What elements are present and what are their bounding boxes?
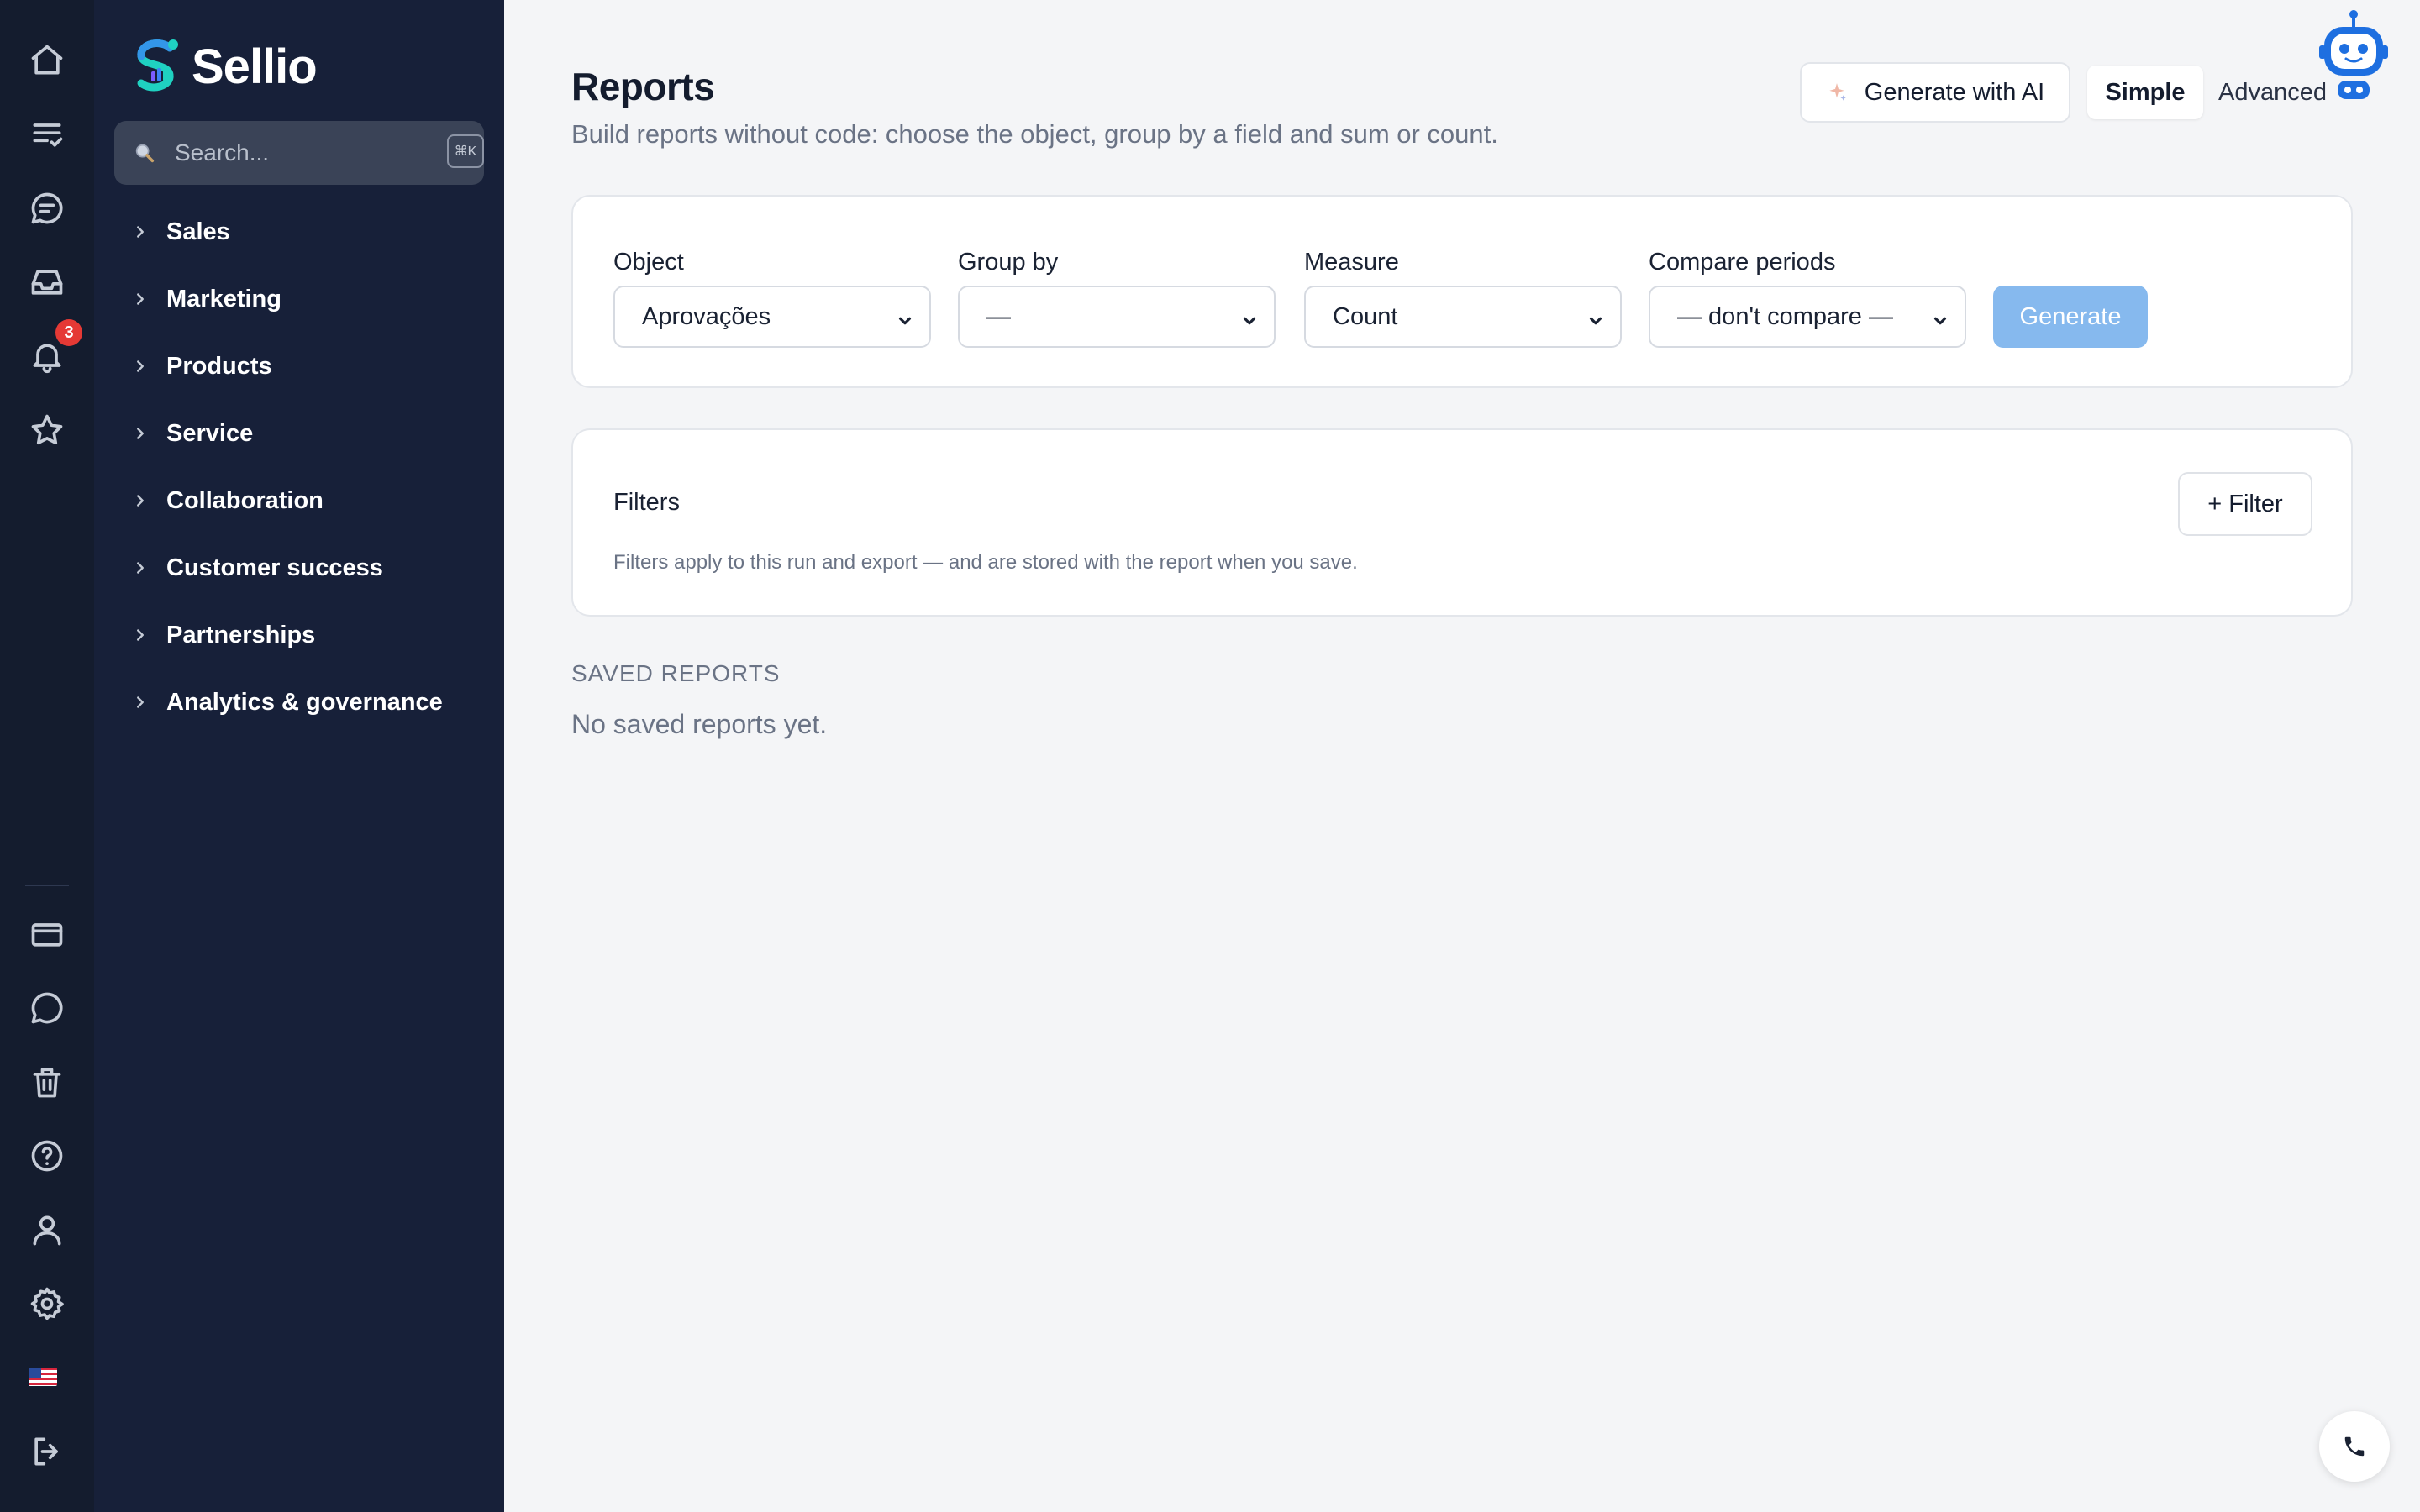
compare-periods-label: Compare periods xyxy=(1649,249,1836,276)
nav-panel: Sellio ⌘K Sales Marketing Products Servi… xyxy=(94,0,504,1512)
user-icon[interactable] xyxy=(25,1208,69,1252)
nav-item-label: Collaboration xyxy=(166,486,324,514)
chevron-right-icon xyxy=(131,357,150,375)
nav-item-partnerships[interactable]: Partnerships xyxy=(131,614,315,656)
tasks-icon[interactable] xyxy=(25,113,69,156)
sellio-logo-icon xyxy=(137,39,178,92)
phone-icon xyxy=(2344,1436,2365,1457)
filters-card: Filters + Filter Filters apply to this r… xyxy=(571,428,2353,617)
generate-with-ai-button[interactable]: Generate with AI xyxy=(1800,62,2070,123)
chevron-right-icon xyxy=(131,693,150,711)
object-label: Object xyxy=(613,249,684,276)
compare-periods-select[interactable]: — don't compare — xyxy=(1649,286,1966,348)
chevron-right-icon xyxy=(131,290,150,308)
call-button[interactable] xyxy=(2319,1411,2390,1482)
chevron-right-icon xyxy=(131,223,150,241)
search-input[interactable] xyxy=(175,136,410,170)
group-by-label: Group by xyxy=(958,249,1059,276)
help-icon[interactable] xyxy=(25,1134,69,1178)
nav-item-label: Service xyxy=(166,419,254,447)
brand-name: Sellio xyxy=(192,39,318,94)
chevron-down-icon xyxy=(1586,309,1605,328)
nav-item-collaboration[interactable]: Collaboration xyxy=(131,480,324,522)
chevron-down-icon xyxy=(1240,309,1259,328)
nav-item-label: Sales xyxy=(166,218,230,245)
nav-item-products[interactable]: Products xyxy=(131,345,272,387)
saved-reports-empty: No saved reports yet. xyxy=(571,709,828,739)
search-box[interactable]: ⌘K xyxy=(114,121,484,185)
search-icon xyxy=(135,144,155,163)
group-by-select-value: — xyxy=(986,302,1011,330)
inbox-icon[interactable] xyxy=(25,260,69,304)
page-title: Reports xyxy=(571,65,715,108)
message-icon[interactable] xyxy=(25,986,69,1030)
notification-badge: 3 xyxy=(55,319,82,346)
object-select-value: Aprovações xyxy=(642,302,771,330)
measure-select[interactable]: Count xyxy=(1304,286,1622,348)
object-select[interactable]: Aprovações xyxy=(613,286,931,348)
nav-item-marketing[interactable]: Marketing xyxy=(131,278,281,320)
gear-icon[interactable] xyxy=(25,1282,69,1326)
chevron-right-icon xyxy=(131,424,150,443)
chevron-right-icon xyxy=(131,559,150,577)
chevron-down-icon xyxy=(896,309,914,328)
star-icon[interactable] xyxy=(25,408,69,452)
page-subtitle: Build reports without code: choose the o… xyxy=(571,119,1498,149)
chat-bubble-icon[interactable] xyxy=(25,186,69,230)
nav-item-label: Products xyxy=(166,352,272,380)
nav-item-analytics-governance[interactable]: Analytics & governance xyxy=(131,681,443,723)
measure-label: Measure xyxy=(1304,249,1399,276)
logout-icon[interactable] xyxy=(25,1430,69,1473)
trash-icon[interactable] xyxy=(25,1060,69,1104)
brand-logo[interactable]: Sellio xyxy=(131,32,318,101)
saved-reports-heading: SAVED REPORTS xyxy=(571,660,781,686)
nav-item-label: Partnerships xyxy=(166,621,316,648)
mode-simple-button[interactable]: Simple xyxy=(2087,66,2203,119)
nav-item-label: Analytics & governance xyxy=(166,688,443,716)
us-flag-icon[interactable] xyxy=(29,1368,57,1386)
nav-item-label: Marketing xyxy=(166,285,281,312)
icon-rail: 3 xyxy=(0,0,94,1512)
nav-item-service[interactable]: Service xyxy=(131,412,253,454)
chevron-right-icon xyxy=(131,491,150,510)
add-filter-button[interactable]: + Filter xyxy=(2178,472,2312,536)
card-icon[interactable] xyxy=(25,912,69,956)
robot-assistant-icon[interactable] xyxy=(2316,8,2391,101)
rail-divider xyxy=(25,885,69,886)
nav-item-customer-success[interactable]: Customer success xyxy=(131,547,383,589)
nav-item-label: Customer success xyxy=(166,554,383,581)
measure-select-value: Count xyxy=(1333,302,1398,330)
nav-item-sales[interactable]: Sales xyxy=(131,211,230,253)
generate-button[interactable]: Generate xyxy=(1993,286,2148,348)
report-config-card: Object Aprovações Group by — Measure Cou… xyxy=(571,195,2353,388)
search-shortcut: ⌘K xyxy=(447,134,484,168)
chevron-down-icon xyxy=(1931,309,1949,328)
filters-note: Filters apply to this run and export — a… xyxy=(613,551,1358,574)
group-by-select[interactable]: — xyxy=(958,286,1276,348)
filters-title: Filters xyxy=(613,489,680,516)
home-icon[interactable] xyxy=(25,39,69,82)
generate-with-ai-label: Generate with AI xyxy=(1864,78,2045,106)
compare-periods-select-value: — don't compare — xyxy=(1677,302,1893,330)
chevron-right-icon xyxy=(131,626,150,644)
sparkle-icon xyxy=(1829,83,1846,101)
